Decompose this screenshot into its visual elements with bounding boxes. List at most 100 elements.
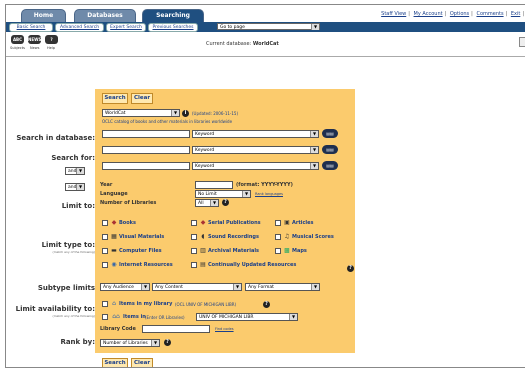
type-archival-label: Archival Materials [208,248,260,254]
search-button-bottom[interactable]: Search [102,358,128,367]
content-select[interactable]: Any Content ▼ [152,283,242,291]
index-select-3[interactable]: Keyword ▼ [192,162,319,170]
search-term-3[interactable] [102,162,190,170]
chevron-down-icon: ▼ [76,184,84,190]
checkbox-sound[interactable] [191,234,197,240]
rank-by-label: Rank by: [60,338,95,346]
page-frame: Home Databases Searching Staff View | My … [5,4,525,368]
top-nav: Home Databases Searching Staff View | My … [6,5,525,22]
items-in-label: Items in [123,314,146,320]
format-select[interactable]: Any Format ▼ [245,283,320,291]
libraries-icon: ⌂⌂ [112,313,120,320]
clear-button-bottom[interactable]: Clear [131,358,153,367]
previous-searches-button[interactable]: Previous Searches [148,23,198,32]
language-select[interactable]: No Limit ▼ [195,190,251,198]
search-button[interactable]: Search [102,93,128,104]
expert-search-button[interactable]: Expert Search [106,23,146,32]
film-icon: ▦ [111,233,117,240]
database-select[interactable]: WorldCat ▼ [102,109,180,117]
checkbox-my-library[interactable] [102,301,108,307]
index-value-3: Keyword [195,164,215,169]
rank-languages-link[interactable]: Rank languages [255,192,283,196]
audience-select[interactable]: Any Audience ▼ [100,283,150,291]
browse-index-icon-3[interactable]: ▤▤ [322,161,338,170]
search-term-1[interactable] [102,130,190,138]
library-icon: ⌂ [112,300,116,307]
checkbox-maps[interactable] [275,248,281,254]
subjects-icon[interactable]: ABC [11,35,24,44]
chevron-down-icon: ▼ [171,110,179,116]
index-select-1[interactable]: Keyword ▼ [192,130,319,138]
news-icon[interactable]: NEWS [28,35,41,44]
options-link[interactable]: Options [450,11,469,17]
top-links: Staff View | My Account | Options | Comment… [381,11,524,17]
checkbox-serials[interactable] [191,220,197,226]
search-in-label: Search in database: [16,134,95,142]
chevron-down-icon: ▼ [76,168,84,174]
article-icon: ▣ [284,219,290,226]
checkbox-books[interactable] [102,220,108,226]
find-codes-link[interactable]: Find codes [215,327,234,331]
goto-page-select[interactable]: Go to page ▼ [217,23,320,30]
exit-link[interactable]: Exit [511,11,520,17]
advanced-search-button[interactable]: Advanced Search [55,23,104,32]
tab-home[interactable]: Home [21,9,66,22]
checkbox-archival[interactable] [191,248,197,254]
help-icon[interactable]: ? [45,35,58,44]
checkbox-computer[interactable] [102,248,108,254]
checkbox-items-in[interactable] [102,314,108,320]
tab-databases[interactable]: Databases [74,9,136,22]
library-select[interactable]: UNIV OF MICHIGAN LIBR ▼ [196,313,298,321]
chevron-down-icon: ▼ [141,284,149,290]
library-code-label: Library Code [100,326,136,332]
update-icon: ▤ [200,261,206,268]
serial-icon: ◆ [200,219,206,226]
chevron-down-icon: ▼ [311,24,319,30]
subjects-label: Subjects [10,46,25,50]
current-db-value: WorldCat [252,41,279,47]
limit-availability-sublabel: (match any of the following) [52,314,95,318]
browse-index-icon-1[interactable]: ▤▤ [322,129,338,138]
search-term-2[interactable] [102,146,190,154]
chevron-down-icon: ▼ [210,200,218,206]
help-icon[interactable]: ? [347,265,354,272]
staff-view-link[interactable]: Staff View [381,11,406,17]
rank-by-value: Number of Libraries [103,341,148,346]
year-input[interactable] [195,181,233,189]
browse-index-icon-2[interactable]: ▤▤ [322,145,338,154]
checkbox-continually[interactable] [191,262,197,268]
operator-select-2[interactable]: and ▼ [65,183,85,191]
tab-searching[interactable]: Searching [142,9,204,22]
index-select-2[interactable]: Keyword ▼ [192,146,319,154]
clear-button[interactable]: Clear [131,93,153,104]
checkbox-internet[interactable] [102,262,108,268]
limit-availability-label: Limit availability to: [15,305,95,313]
type-computer-label: Computer Files [119,248,162,254]
current-db-label: Current database: [206,41,252,47]
checkbox-articles[interactable] [275,220,281,226]
library-code-input[interactable] [142,325,210,333]
audience-value: Any Audience [103,285,134,290]
type-internet-label: Internet Resources [119,262,173,268]
comments-link[interactable]: Comments [476,11,503,17]
num-libraries-select[interactable]: All ▼ [195,199,219,207]
checkbox-scores[interactable] [275,234,281,240]
operator-select-1[interactable]: and ▼ [65,167,85,175]
basic-search-button[interactable]: Basic Search [9,23,53,32]
my-account-link[interactable]: My Account [414,11,443,17]
current-database: Current database: WorldCat [206,41,279,47]
help-icon[interactable]: ? [164,339,171,346]
checkbox-visual[interactable] [102,234,108,240]
limit-type-label: Limit type to: [41,241,95,249]
globe-icon: ◉ [111,261,117,268]
library-select-value: UNIV OF MICHIGAN LIBR [199,315,254,320]
rank-by-select[interactable]: Number of Libraries ▼ [100,339,160,347]
type-articles-label: Articles [292,220,314,226]
format-value: Any Format [248,285,274,290]
my-library-code: (OCL UNIV OF MICHIGAN LIBR) [175,302,237,307]
info-icon[interactable]: i [182,110,189,117]
search-form: Search Clear WorldCat ▼ i (Updated: 2006-… [95,89,355,353]
help-icon[interactable]: ? [222,199,229,206]
map-icon: ▩ [284,247,290,254]
help-icon[interactable]: ? [263,301,270,308]
